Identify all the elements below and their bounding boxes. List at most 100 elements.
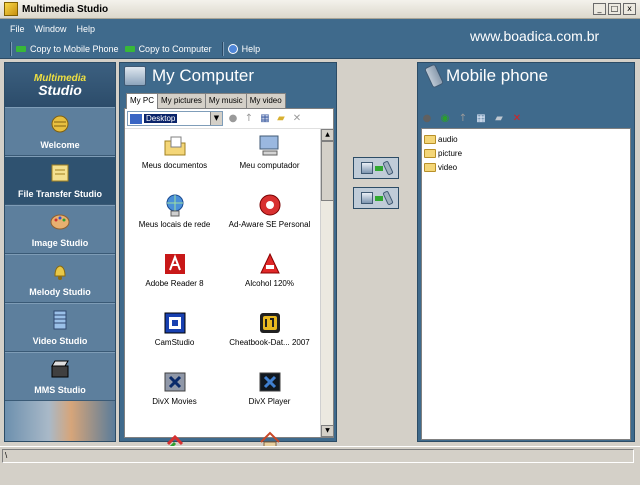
- network-icon: [166, 194, 183, 217]
- view-menu-icon[interactable]: ▦: [259, 113, 271, 125]
- file-transfer-icon: [51, 164, 69, 182]
- watermark: www.boadica.com.br: [470, 28, 600, 44]
- file-item[interactable]: Adobe Reader 8: [127, 249, 222, 308]
- file-item[interactable]: Meus locais de rede: [127, 190, 222, 249]
- status-bar: \: [0, 446, 640, 464]
- phone-toolbar: ● ◉ ↑ ▦ ▰ ✕: [421, 110, 523, 126]
- film-icon: [53, 310, 67, 330]
- sidebar: Multimedia Studio Welcome File Transfer …: [4, 62, 116, 442]
- transfer-to-computer-button[interactable]: [353, 187, 399, 209]
- menu-window[interactable]: Window: [35, 24, 67, 34]
- computer-icon: [124, 66, 146, 86]
- file-item[interactable]: Meus documentos: [127, 131, 222, 190]
- nav-welcome[interactable]: Welcome: [5, 107, 115, 156]
- tab-my-pictures[interactable]: My pictures: [157, 93, 206, 108]
- divx-movies-icon: [164, 372, 185, 392]
- arrow-left-icon: [375, 195, 383, 201]
- tab-my-music[interactable]: My music: [204, 93, 247, 108]
- people-photo: [5, 401, 115, 441]
- phone-icon: [382, 160, 394, 176]
- scroll-thumb[interactable]: [321, 141, 334, 201]
- scroll-up-button[interactable]: ▲: [321, 129, 334, 141]
- menu-file[interactable]: File: [10, 24, 25, 34]
- nav-image-studio[interactable]: Image Studio: [5, 205, 115, 254]
- computer-toolbar: Desktop ▼ ● ↑ ▦ ▰ ✕: [125, 109, 333, 129]
- nav-mms-studio[interactable]: MMS Studio: [5, 352, 115, 401]
- phone-icon: [382, 190, 394, 206]
- toolbar-separator: [10, 41, 12, 56]
- list-item[interactable]: audio: [424, 132, 628, 146]
- camstudio-icon: [164, 312, 185, 334]
- up-folder-icon[interactable]: ↑: [457, 112, 469, 124]
- arrow-right-icon: [16, 45, 26, 52]
- toolbar-separator: [221, 41, 224, 56]
- folder-icon: [424, 162, 436, 172]
- transfer-to-phone-button[interactable]: [353, 157, 399, 179]
- bell-icon: [54, 265, 66, 280]
- phone-icon: [423, 63, 445, 89]
- file-item[interactable]: Ad-Aware SE Personal: [222, 190, 317, 249]
- folder-icon: [424, 148, 436, 158]
- location-dropdown[interactable]: Desktop ▼: [127, 111, 223, 126]
- delete-icon[interactable]: ✕: [511, 112, 523, 124]
- delete-icon[interactable]: ✕: [291, 113, 303, 125]
- new-folder-icon[interactable]: ▰: [275, 113, 287, 125]
- close-button[interactable]: x: [623, 3, 636, 15]
- adobe-reader-icon: [164, 254, 185, 274]
- mobile-phone-header: Mobile phone: [418, 63, 634, 89]
- view-menu-icon[interactable]: ▦: [475, 112, 487, 124]
- arrow-left-icon: [124, 45, 135, 52]
- app-icon: [4, 2, 18, 16]
- file-item[interactable]: CamStudio: [127, 308, 222, 367]
- help-button[interactable]: Help: [227, 43, 260, 54]
- new-folder-icon[interactable]: ▰: [493, 112, 505, 124]
- clapper-icon: [51, 360, 69, 378]
- computer-icon: [361, 192, 373, 204]
- computer-tabs: My PC My pictures My music My video: [126, 93, 286, 109]
- file-item[interactable]: Cheatbook-Dat... 2007: [222, 308, 317, 367]
- window-title: Multimedia Studio: [22, 3, 109, 15]
- back-icon[interactable]: ●: [227, 113, 239, 125]
- palette-icon: [50, 214, 70, 230]
- brand-logo: Multimedia Studio: [5, 63, 115, 107]
- nav-melody-studio[interactable]: Melody Studio: [5, 254, 115, 303]
- file-item[interactable]: Alcohol 120%: [222, 249, 317, 308]
- ad-aware-icon: [259, 194, 280, 216]
- chevron-down-icon[interactable]: ▼: [210, 112, 222, 125]
- computer-icon: [361, 162, 373, 174]
- title-bar: Multimedia Studio _ □ x: [0, 0, 640, 19]
- my-computer-header: My Computer: [120, 63, 336, 89]
- folder-docs-icon: [164, 136, 185, 156]
- list-item[interactable]: picture: [424, 146, 628, 160]
- up-folder-icon[interactable]: ↑: [243, 113, 255, 125]
- cheatbook-icon: [259, 313, 280, 333]
- scroll-down-button[interactable]: ▼: [321, 425, 334, 437]
- nav-file-transfer-studio[interactable]: File Transfer Studio: [5, 156, 115, 205]
- list-item[interactable]: video: [424, 160, 628, 174]
- copy-to-mobile-button[interactable]: Copy to Mobile Phone: [16, 44, 119, 54]
- status-text: \: [2, 449, 634, 463]
- maximize-button[interactable]: □: [608, 3, 621, 15]
- menu-help[interactable]: Help: [77, 24, 96, 34]
- file-item[interactable]: DivX Player: [222, 367, 317, 426]
- computer-icon: [259, 135, 278, 156]
- vertical-scrollbar[interactable]: ▲ ▼: [320, 129, 334, 437]
- nav-video-studio[interactable]: Video Studio: [5, 303, 115, 352]
- copy-to-computer-button[interactable]: Copy to Computer: [124, 44, 212, 54]
- window-controls: _ □ x: [593, 3, 636, 15]
- file-grid: Meus documentos Meu computador Meus loca…: [127, 131, 317, 485]
- tab-my-video[interactable]: My video: [245, 93, 286, 108]
- minimize-button[interactable]: _: [593, 3, 606, 15]
- refresh-icon[interactable]: ◉: [439, 112, 451, 124]
- arrow-right-icon: [375, 165, 383, 171]
- help-icon: [227, 43, 238, 54]
- divx-player-icon: [259, 372, 280, 392]
- computer-file-pane: Desktop ▼ ● ↑ ▦ ▰ ✕ Meus documentos Meu …: [124, 108, 334, 452]
- phone-file-pane: audio picture video: [421, 128, 631, 440]
- file-item[interactable]: DivX Movies: [127, 367, 222, 426]
- mobile-phone-title: Mobile phone: [446, 66, 549, 85]
- file-item[interactable]: Meu computador: [222, 131, 317, 190]
- tab-my-pc[interactable]: My PC: [126, 93, 158, 109]
- back-icon[interactable]: ●: [421, 112, 433, 124]
- desktop-icon: [130, 113, 142, 124]
